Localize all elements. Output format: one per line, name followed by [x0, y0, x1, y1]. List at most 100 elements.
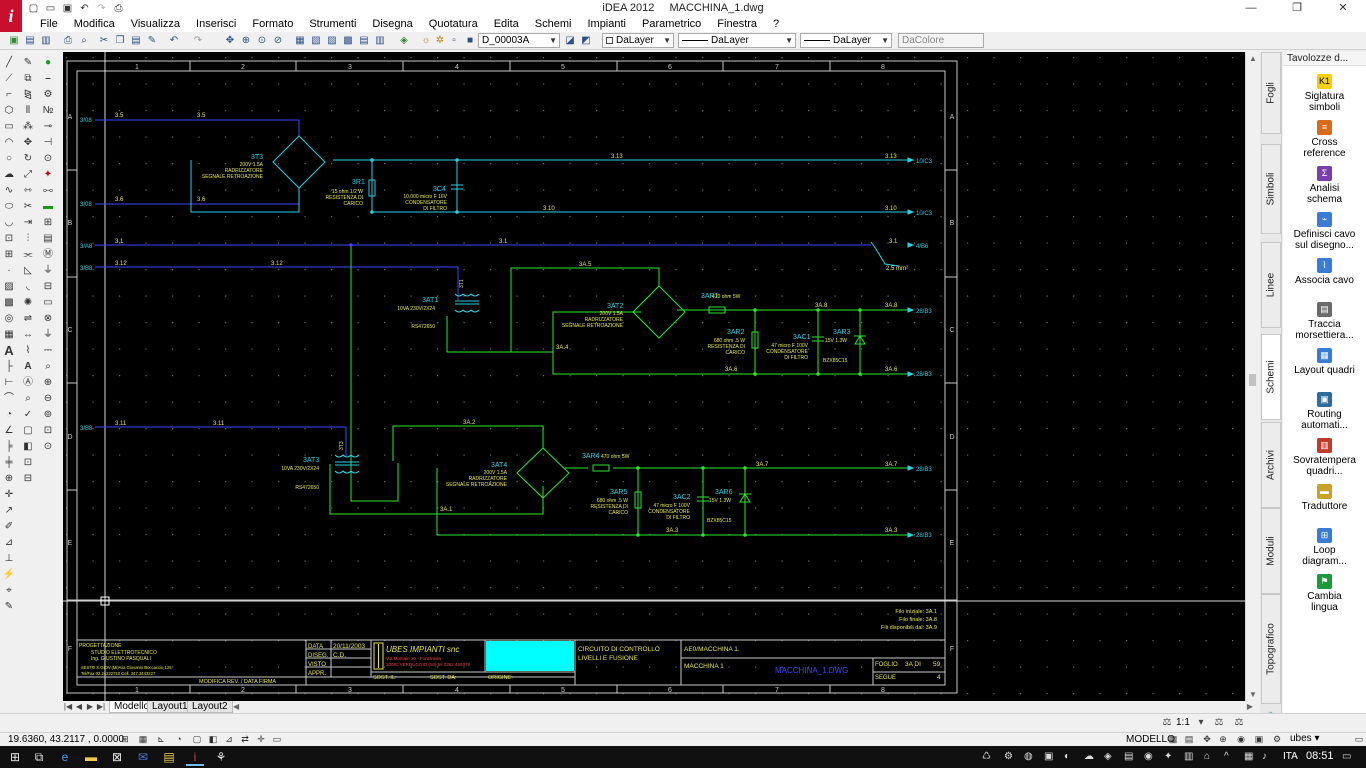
qp-icon[interactable]: ▭	[270, 733, 284, 746]
polar-icon[interactable]: ◔	[172, 733, 186, 746]
tab-topografico[interactable]: Topografico	[1261, 594, 1281, 704]
tray-icon[interactable]: ⚙	[1004, 750, 1013, 764]
tray-icon[interactable]: ▥	[1184, 750, 1193, 764]
minimize-button[interactable]: —	[1228, 0, 1274, 17]
fuse-icon[interactable]: ▭	[40, 296, 56, 310]
palette-item-routing[interactable]: ▣ Routing automati...	[1283, 392, 1366, 431]
windows-start-icon[interactable]: ⊞	[6, 748, 24, 766]
zoom-realtime-icon[interactable]: ⊕	[238, 33, 254, 49]
make-block-icon[interactable]: ⊞	[1, 248, 17, 262]
group-icon[interactable]: ⊡	[20, 456, 36, 470]
tab-layout1[interactable]: Layout1	[147, 701, 193, 713]
tray-icon[interactable]: ☁	[1084, 750, 1094, 764]
layer-manager-icon[interactable]: ◈	[396, 33, 412, 49]
paste-icon[interactable]: ▤	[128, 33, 144, 49]
lineweight-select[interactable]: DaLayer ▼	[800, 33, 892, 48]
motor-icon[interactable]: Ⓜ	[40, 248, 56, 262]
pan-icon[interactable]: ✥	[1200, 733, 1214, 746]
lamp-icon[interactable]: ⊗	[40, 312, 56, 326]
rotate-icon[interactable]: ↻	[20, 152, 36, 166]
markup-icon[interactable]: ▤	[356, 33, 372, 49]
layer-lock-icon[interactable]: ▫	[446, 33, 462, 49]
menu-parametrico[interactable]: Parametrico	[634, 17, 709, 32]
last-tab-icon[interactable]: ▶|	[96, 701, 106, 713]
color-select[interactable]: DaLayer ▼	[602, 33, 674, 48]
gradient-icon[interactable]: ▩	[1, 296, 17, 310]
new-file-icon[interactable]: ▢	[26, 1, 41, 16]
layer-previous-icon[interactable]: ◩	[578, 33, 594, 49]
array-icon[interactable]: ⁂	[20, 120, 36, 134]
menu-strumenti[interactable]: Strumenti	[301, 17, 364, 32]
tolerance-icon[interactable]: ⊕	[1, 472, 17, 486]
contact-icon[interactable]: ⊣	[40, 136, 56, 150]
menu-file[interactable]: File	[32, 17, 66, 32]
zoom-all-icon[interactable]: ⊙	[40, 440, 56, 454]
ordinate-icon[interactable]: ⊥	[1, 552, 17, 566]
app-icon[interactable]: ⚘	[212, 748, 230, 766]
tray-icon[interactable]: ◍	[1024, 750, 1033, 764]
spell-check-icon[interactable]: ✓	[20, 408, 36, 422]
file-explorer-icon[interactable]: ▬	[82, 748, 100, 766]
layer-green-icon[interactable]: ▬	[40, 200, 56, 214]
showmotion-icon[interactable]: ▣	[1252, 733, 1266, 746]
auto-scale-icon[interactable]: ⚖	[1232, 716, 1246, 730]
quick-view-layouts-icon[interactable]: ▦	[1166, 733, 1180, 746]
menu-schemi[interactable]: Schemi	[527, 17, 580, 32]
green-dot-icon[interactable]: ●	[40, 56, 56, 70]
palette-item-cross-reference[interactable]: ≡ Cross reference	[1283, 120, 1366, 159]
tray-icon[interactable]: ◉	[1144, 750, 1153, 764]
input-language[interactable]: ITA	[1283, 751, 1298, 762]
circle-icon[interactable]: ○	[1, 152, 17, 166]
chamfer-icon[interactable]: ◺	[20, 264, 36, 278]
notifications-icon[interactable]: ▭	[1342, 750, 1351, 764]
source-icon[interactable]: ⎓	[40, 344, 56, 358]
measure-icon[interactable]: ✎	[1, 600, 17, 614]
redo-icon[interactable]: ↷	[94, 1, 109, 16]
symbol-insert-icon[interactable]: ⚙	[40, 88, 56, 102]
tray-icon[interactable]: ♺	[982, 750, 991, 764]
construction-line-icon[interactable]: ⟋	[1, 72, 17, 86]
workspace-icon[interactable]: ⚙	[1270, 733, 1284, 746]
save-icon[interactable]: ▣	[60, 1, 75, 16]
edge-browser-icon[interactable]: e	[56, 748, 74, 766]
annotation-scale[interactable]: 1:1	[1176, 717, 1190, 728]
prev-tab-icon[interactable]: ◀	[74, 701, 84, 713]
plc-icon[interactable]: ▤	[40, 232, 56, 246]
continue-icon[interactable]: ╪	[1, 456, 17, 470]
offset-icon[interactable]: ⫴	[20, 104, 36, 118]
palette-item-sovratempera[interactable]: ▥ Sovratempera quadri...	[1283, 438, 1366, 477]
clean-screen-icon[interactable]: ▭	[1352, 733, 1366, 746]
palette-item-siglatura[interactable]: K1 Siglatura simboli	[1283, 74, 1366, 113]
inspect-icon[interactable]: ⌖	[1, 584, 17, 598]
node-icon[interactable]: ✦	[40, 168, 56, 182]
tray-icon[interactable]: ^	[1224, 750, 1229, 764]
palette-item-traccia-morsettiera[interactable]: ▤ Traccia morsettiera...	[1283, 302, 1366, 341]
copy-object-icon[interactable]: ⧉	[20, 72, 36, 86]
horizontal-scrollbar[interactable]: ◀ ▶	[233, 702, 1253, 712]
dimension-linear-icon[interactable]: ├	[1, 360, 17, 374]
move-icon[interactable]: ✥	[20, 136, 36, 150]
hatch-icon[interactable]: ▨	[1, 280, 17, 294]
tab-archivi[interactable]: Archivi	[1261, 422, 1281, 508]
scroll-left-icon[interactable]: ◀	[233, 702, 239, 711]
tray-icon[interactable]: ◈	[1104, 750, 1112, 764]
grid-icon[interactable]: ▦	[136, 733, 150, 746]
switch-icon[interactable]: ⏚	[40, 264, 56, 278]
edit-attribute-icon[interactable]: Ⓐ	[20, 376, 36, 390]
undo-icon[interactable]: ↶	[166, 33, 182, 49]
zoom-window-icon[interactable]: ⊙	[254, 33, 270, 49]
palette-item-definisci-cavo[interactable]: ⌁ Definisci cavo sul disegno...	[1283, 212, 1366, 251]
dimension-angular-icon[interactable]: ∠	[1, 424, 17, 438]
undo-icon[interactable]: ↶	[77, 1, 92, 16]
menu-finestra[interactable]: Finestra	[709, 17, 765, 32]
region-icon[interactable]: ◎	[1, 312, 17, 326]
stretch-icon[interactable]: ⇿	[20, 184, 36, 198]
redo-icon[interactable]: ↷	[190, 33, 206, 49]
snap-icon[interactable]: ⊞	[118, 733, 132, 746]
chevron-down-icon[interactable]: ▾	[1194, 716, 1208, 730]
palette-item-analisi-schema[interactable]: Σ Analisi schema	[1283, 166, 1366, 205]
tray-icon[interactable]: ✦	[1164, 750, 1172, 764]
find-replace-icon[interactable]: ⌕	[20, 392, 36, 406]
profile-select[interactable]: ubes ▾	[1290, 733, 1350, 746]
revision-cloud-icon[interactable]: ☁	[1, 168, 17, 182]
